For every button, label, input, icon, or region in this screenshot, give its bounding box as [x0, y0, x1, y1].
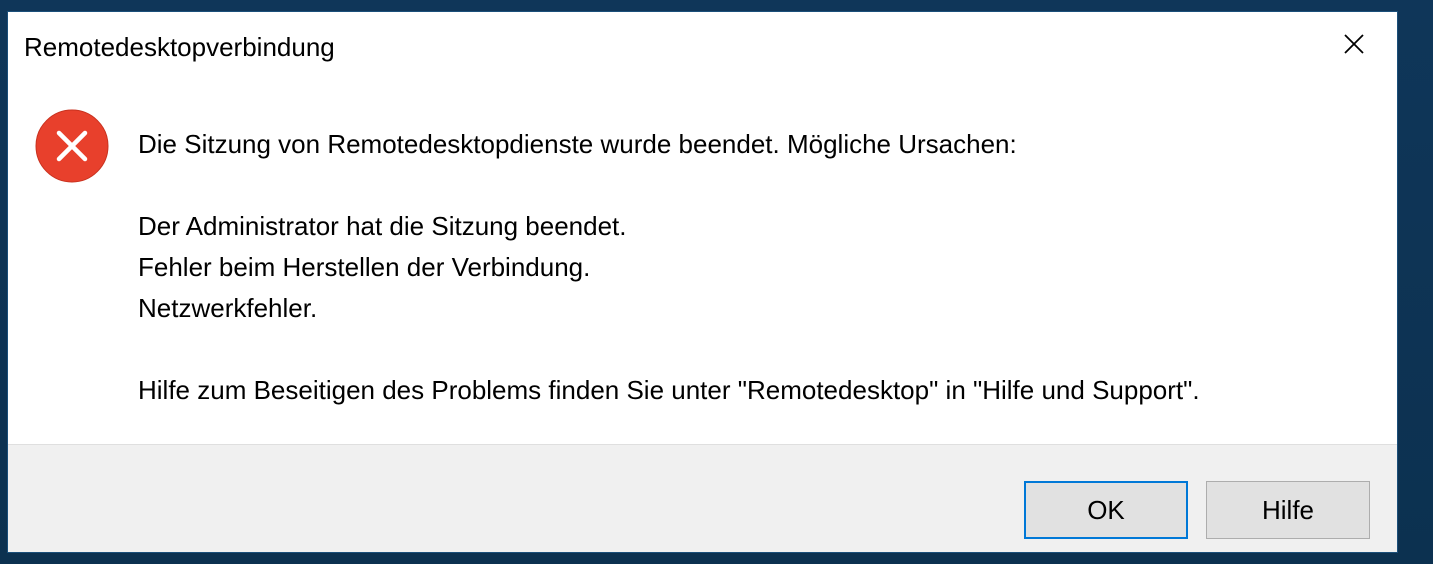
message-text: Die Sitzung von Remotedesktopdienste wur… — [138, 124, 1200, 411]
message-headline: Die Sitzung von Remotedesktopdienste wur… — [138, 129, 1017, 159]
dialog-content: Die Sitzung von Remotedesktopdienste wur… — [8, 84, 1397, 444]
title-bar[interactable]: Remotedesktopverbindung — [8, 12, 1397, 84]
help-button[interactable]: Hilfe — [1206, 481, 1370, 539]
error-icon — [35, 109, 109, 183]
desktop-background: Remotedesktopverbindung Die Sitzung von … — [0, 0, 1433, 564]
ok-button[interactable]: OK — [1024, 481, 1188, 539]
close-icon — [1344, 34, 1364, 54]
button-bar: OK Hilfe — [8, 444, 1397, 552]
window-title: Remotedesktopverbindung — [24, 32, 335, 62]
reason-item: Fehler beim Herstellen der Verbindung. — [138, 252, 591, 282]
close-button[interactable] — [1311, 12, 1397, 76]
reason-item: Der Administrator hat die Sitzung beende… — [138, 211, 627, 241]
reason-item: Netzwerkfehler. — [138, 293, 318, 323]
help-hint: Hilfe zum Beseitigen des Problems finden… — [138, 375, 1200, 405]
error-dialog: Remotedesktopverbindung Die Sitzung von … — [8, 12, 1397, 552]
